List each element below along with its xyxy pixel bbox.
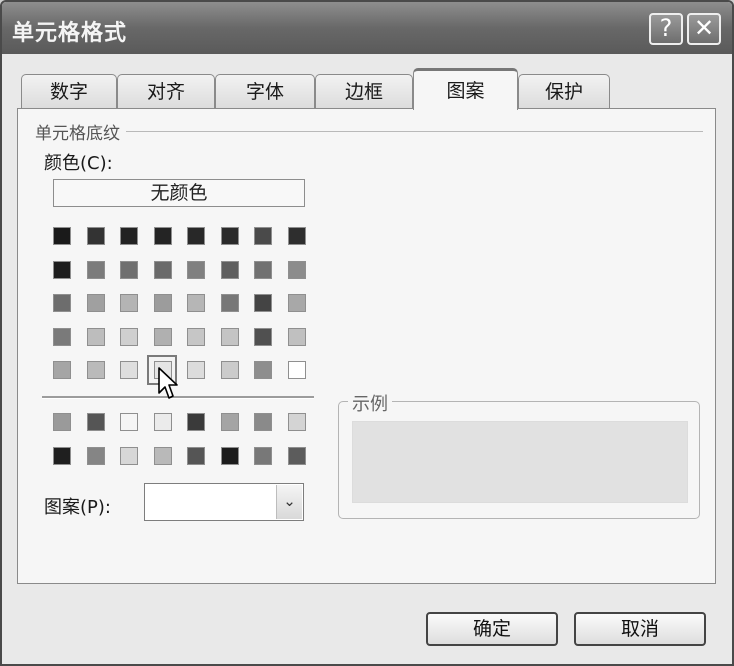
color-swatch[interactable] — [86, 260, 105, 279]
tab-alignment[interactable]: 对齐 — [117, 74, 215, 108]
title-bar: 单元格格式 ? ✕ — [2, 2, 732, 54]
color-swatch[interactable] — [120, 260, 138, 279]
color-swatch[interactable] — [220, 227, 239, 245]
sample-preview — [352, 421, 688, 503]
color-swatch[interactable] — [187, 327, 205, 346]
tab-protection[interactable]: 保护 — [518, 74, 610, 108]
color-swatch[interactable] — [120, 327, 138, 346]
color-swatch[interactable] — [86, 294, 105, 312]
color-swatch[interactable] — [120, 294, 138, 312]
color-swatch[interactable] — [86, 227, 105, 245]
color-swatch[interactable] — [120, 413, 138, 431]
color-swatch[interactable] — [287, 327, 306, 346]
color-swatch[interactable] — [187, 260, 205, 279]
color-swatch[interactable] — [120, 446, 138, 465]
color-swatch[interactable] — [220, 260, 239, 279]
color-swatch[interactable] — [53, 446, 71, 465]
color-swatch[interactable] — [220, 413, 239, 431]
color-swatch[interactable] — [254, 260, 272, 279]
color-swatch[interactable] — [287, 260, 306, 279]
format-cells-dialog: 单元格格式 ? ✕ 数字 对齐 字体 边框 图案 保护 单元格底纹 颜色(C):… — [0, 0, 734, 666]
color-swatch[interactable] — [220, 446, 239, 465]
color-swatch[interactable] — [254, 294, 272, 312]
color-swatch[interactable] — [187, 361, 205, 379]
group-separator — [35, 131, 703, 132]
color-swatch[interactable] — [287, 361, 306, 379]
color-swatch[interactable] — [153, 446, 172, 465]
help-button[interactable]: ? — [649, 13, 683, 45]
sample-label: 示例 — [348, 390, 392, 416]
color-swatch[interactable] — [53, 327, 71, 346]
color-swatch[interactable] — [120, 361, 138, 379]
pattern-dropdown[interactable]: ⌄ — [144, 483, 304, 521]
color-swatch[interactable] — [86, 327, 105, 346]
tab-font[interactable]: 字体 — [215, 74, 315, 108]
color-swatch[interactable] — [53, 260, 71, 279]
color-swatch[interactable] — [287, 294, 306, 312]
color-swatch[interactable] — [153, 327, 172, 346]
color-swatch[interactable] — [53, 294, 71, 312]
color-swatch[interactable] — [254, 446, 272, 465]
color-swatch[interactable] — [220, 327, 239, 346]
cancel-button[interactable]: 取消 — [574, 612, 706, 646]
close-icon: ✕ — [693, 14, 715, 42]
color-swatch[interactable] — [53, 361, 71, 379]
color-swatch[interactable] — [153, 294, 172, 312]
patterns-panel: 单元格底纹 颜色(C): 无颜色 图案(P): ⌄ 示例 — [17, 108, 716, 584]
tab-border[interactable]: 边框 — [315, 74, 413, 108]
mouse-pointer-icon — [158, 367, 178, 399]
ok-button[interactable]: 确定 — [426, 612, 558, 646]
cell-shading-group-label: 单元格底纹 — [35, 119, 126, 144]
color-swatch[interactable] — [254, 413, 272, 431]
color-swatch[interactable] — [86, 413, 105, 431]
color-label: 颜色(C): — [44, 153, 113, 174]
color-swatch[interactable] — [187, 227, 205, 245]
color-swatch[interactable] — [220, 294, 239, 312]
color-swatch[interactable] — [187, 294, 205, 312]
color-swatch[interactable] — [187, 446, 205, 465]
help-icon: ? — [659, 14, 673, 42]
no-color-button[interactable]: 无颜色 — [53, 179, 305, 207]
color-swatch[interactable] — [120, 227, 138, 245]
color-swatch[interactable] — [254, 361, 272, 379]
color-swatch[interactable] — [86, 446, 105, 465]
dialog-title: 单元格格式 — [12, 21, 128, 46]
color-swatch[interactable] — [153, 227, 172, 245]
color-swatch[interactable] — [53, 413, 71, 431]
color-swatch[interactable] — [287, 413, 306, 431]
close-button[interactable]: ✕ — [687, 13, 721, 45]
color-swatch[interactable] — [287, 446, 306, 465]
pattern-label: 图案(P): — [44, 497, 111, 518]
color-swatch[interactable] — [153, 260, 172, 279]
color-swatch[interactable] — [86, 361, 105, 379]
tab-number[interactable]: 数字 — [21, 74, 117, 108]
color-swatch[interactable] — [254, 327, 272, 346]
color-swatch[interactable] — [254, 227, 272, 245]
color-swatch[interactable] — [187, 413, 205, 431]
tab-patterns[interactable]: 图案 — [413, 68, 518, 110]
color-swatch[interactable] — [153, 413, 172, 431]
color-swatch[interactable] — [287, 227, 306, 245]
dropdown-arrow-icon[interactable]: ⌄ — [276, 485, 302, 519]
color-swatch[interactable] — [53, 227, 71, 245]
color-swatch[interactable] — [220, 361, 239, 379]
